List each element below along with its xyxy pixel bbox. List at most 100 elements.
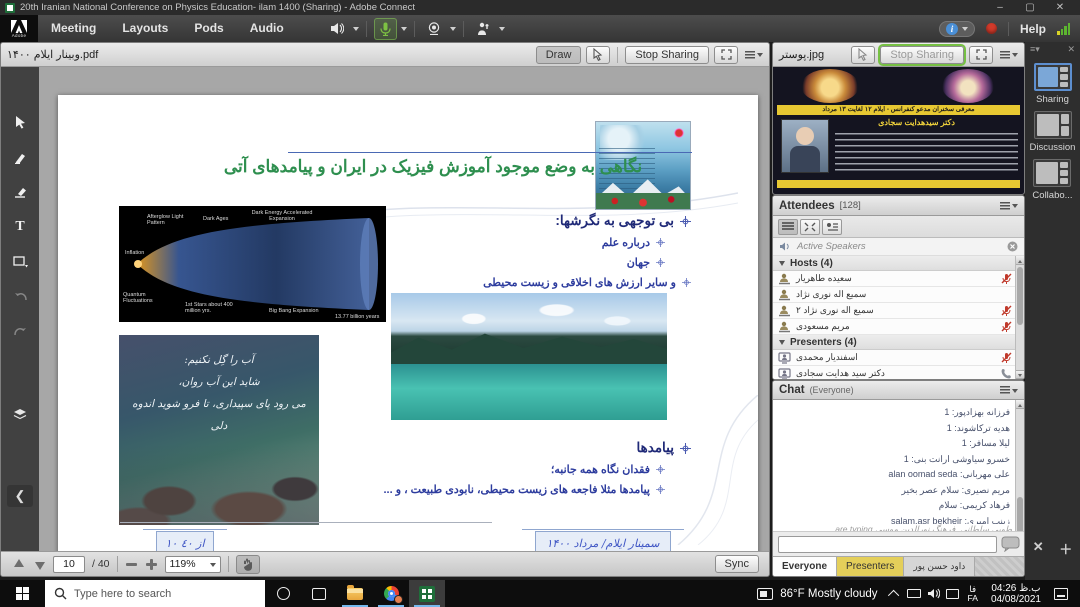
taskbar-search[interactable]: [45, 580, 265, 607]
group-presenters[interactable]: Presenters (4): [773, 335, 1017, 350]
microphone-button[interactable]: [374, 18, 397, 40]
attendee-row[interactable]: اسفندیار محمدی: [773, 350, 1017, 366]
share-pod-header: وبینار ایلام ۱۴۰۰.pdf Draw Stop Sharing: [1, 43, 769, 67]
tray-overflow-button[interactable]: [886, 580, 905, 607]
pointer-tool-button[interactable]: [586, 46, 610, 64]
add-layout-icon[interactable]: ＋: [1059, 539, 1072, 558]
pod-options-menu[interactable]: [745, 49, 763, 60]
close-layout-icon[interactable]: ✕: [1033, 539, 1044, 558]
taskbar-clock[interactable]: 04:26 ب.ظ 04/08/2021: [984, 583, 1048, 605]
search-input[interactable]: [74, 588, 234, 600]
stop-sharing-button[interactable]: Stop Sharing: [625, 46, 709, 64]
speaker-button[interactable]: [325, 19, 349, 38]
attitudes-block: بی توجهی به نگرشها: درباره علم جهان و سا…: [361, 213, 691, 289]
image-label: Big Bang Expansion: [269, 308, 319, 314]
weather-widget[interactable]: 86°F Mostly cloudy: [749, 588, 885, 600]
maximize-button[interactable]: ▢: [1015, 0, 1045, 15]
collapse-toolbar-button[interactable]: ❮: [7, 485, 33, 507]
webcam-button[interactable]: [422, 19, 446, 38]
redo-button[interactable]: [8, 321, 32, 343]
fullscreen-button[interactable]: [714, 46, 738, 64]
share-bottombar: / 40 119% Sync: [1, 551, 769, 576]
water-poem-image: آب را گِل نکنیم: شاید این آب روان، می رو…: [119, 335, 319, 525]
layouts-menu-icon[interactable]: ≡▾: [1030, 44, 1040, 55]
chat-scrollbar[interactable]: [1015, 400, 1024, 548]
action-center-button[interactable]: [1054, 588, 1068, 600]
attendee-row[interactable]: سعیده طاهریار: [773, 271, 1017, 287]
language-indicator[interactable]: فا FA: [962, 585, 984, 603]
send-message-button[interactable]: [1001, 536, 1021, 552]
sync-button[interactable]: Sync: [715, 555, 759, 573]
touch-keyboard-button[interactable]: [905, 580, 924, 607]
menubar-right: i Help: [939, 21, 1080, 37]
page-number-input[interactable]: [53, 556, 85, 573]
undo-button[interactable]: [8, 286, 32, 308]
layout-thumbnail: [1034, 111, 1072, 139]
zoom-out-button[interactable]: [125, 558, 138, 571]
chrome-button[interactable]: [373, 580, 409, 607]
attendee-row[interactable]: سمیع اله نوری نژاد ۲: [773, 303, 1017, 319]
help-menu[interactable]: Help: [1020, 22, 1046, 36]
minimize-button[interactable]: –: [985, 0, 1015, 15]
microphone-dropdown[interactable]: [401, 27, 407, 34]
group-hosts[interactable]: Hosts (4): [773, 256, 1017, 271]
pod-options-menu[interactable]: [1000, 200, 1018, 211]
layout-sharing[interactable]: Sharing: [1034, 63, 1072, 105]
adobe-connect-taskbar-button[interactable]: [409, 580, 445, 607]
menu-audio[interactable]: Audio: [237, 15, 297, 42]
zoom-level-select[interactable]: 119%: [165, 556, 221, 573]
stop-sharing-button-poster[interactable]: Stop Sharing: [880, 46, 964, 64]
attendee-row[interactable]: مریم مسعودی: [773, 319, 1017, 335]
start-button[interactable]: [0, 580, 45, 607]
close-active-speakers-icon[interactable]: [1007, 241, 1018, 252]
pod-options-menu[interactable]: [1000, 49, 1018, 60]
chat-tab-everyone[interactable]: Everyone: [773, 557, 837, 576]
text-tool-button[interactable]: T: [8, 216, 32, 238]
chat-tab-presenters[interactable]: Presenters: [837, 557, 904, 576]
fullscreen-button[interactable]: [969, 46, 993, 64]
attendee-status-view-button[interactable]: [822, 219, 842, 235]
poster-bottom-bar: [777, 180, 1020, 188]
next-page-button[interactable]: [32, 558, 46, 571]
file-explorer-button[interactable]: [337, 580, 373, 607]
attendee-row[interactable]: دکتر سید هدایت سجادی: [773, 366, 1017, 380]
display-button[interactable]: [943, 580, 962, 607]
webcam-dropdown[interactable]: [450, 27, 456, 34]
attendee-breakout-view-button[interactable]: [800, 219, 820, 235]
task-view-button[interactable]: [301, 580, 337, 607]
raise-hand-button[interactable]: [471, 19, 495, 38]
attendees-scrollbar[interactable]: [1015, 256, 1024, 379]
draw-button[interactable]: Draw: [536, 46, 582, 64]
cortana-button[interactable]: [265, 580, 301, 607]
volume-button[interactable]: [924, 580, 943, 607]
chat-title: Chat: [779, 384, 805, 396]
taskbar: 86°F Mostly cloudy فا FA 04:26 ب.ظ 04/08…: [0, 580, 1080, 607]
shape-tool-button[interactable]: [8, 251, 32, 273]
pointer-icon: [858, 48, 868, 61]
chat-message-input[interactable]: [778, 536, 997, 553]
connection-info-button[interactable]: i: [939, 21, 975, 37]
raise-hand-dropdown[interactable]: [499, 27, 505, 34]
eraser-tool-button[interactable]: [8, 181, 32, 203]
layout-discussion[interactable]: Discussion: [1030, 111, 1076, 153]
connection-signal-icon[interactable]: [1057, 23, 1070, 35]
speaker-dropdown[interactable]: [353, 27, 359, 34]
attendee-list-view-button[interactable]: [778, 219, 798, 235]
layout-collaboration[interactable]: Collabo...: [1032, 159, 1072, 201]
close-button[interactable]: ✕: [1045, 0, 1075, 15]
layers-button[interactable]: [8, 403, 32, 425]
previous-page-button[interactable]: [11, 558, 25, 571]
select-tool-button[interactable]: [8, 111, 32, 133]
menu-pods[interactable]: Pods: [181, 15, 236, 42]
zoom-in-button[interactable]: [145, 558, 158, 571]
marker-tool-button[interactable]: [8, 146, 32, 168]
pod-options-menu[interactable]: [1000, 385, 1018, 396]
menu-layouts[interactable]: Layouts: [109, 15, 181, 42]
chat-message: لیلا مسافر1: [780, 436, 1010, 452]
menu-meeting[interactable]: Meeting: [38, 15, 109, 42]
attendee-row[interactable]: سمیع اله نوری نژاد: [773, 287, 1017, 303]
layouts-close-icon[interactable]: ✕: [1067, 44, 1075, 55]
chat-tab-private[interactable]: داود حسن پور: [904, 557, 975, 576]
pan-tool-button[interactable]: [236, 555, 260, 574]
pointer-tool-button[interactable]: [851, 46, 875, 64]
